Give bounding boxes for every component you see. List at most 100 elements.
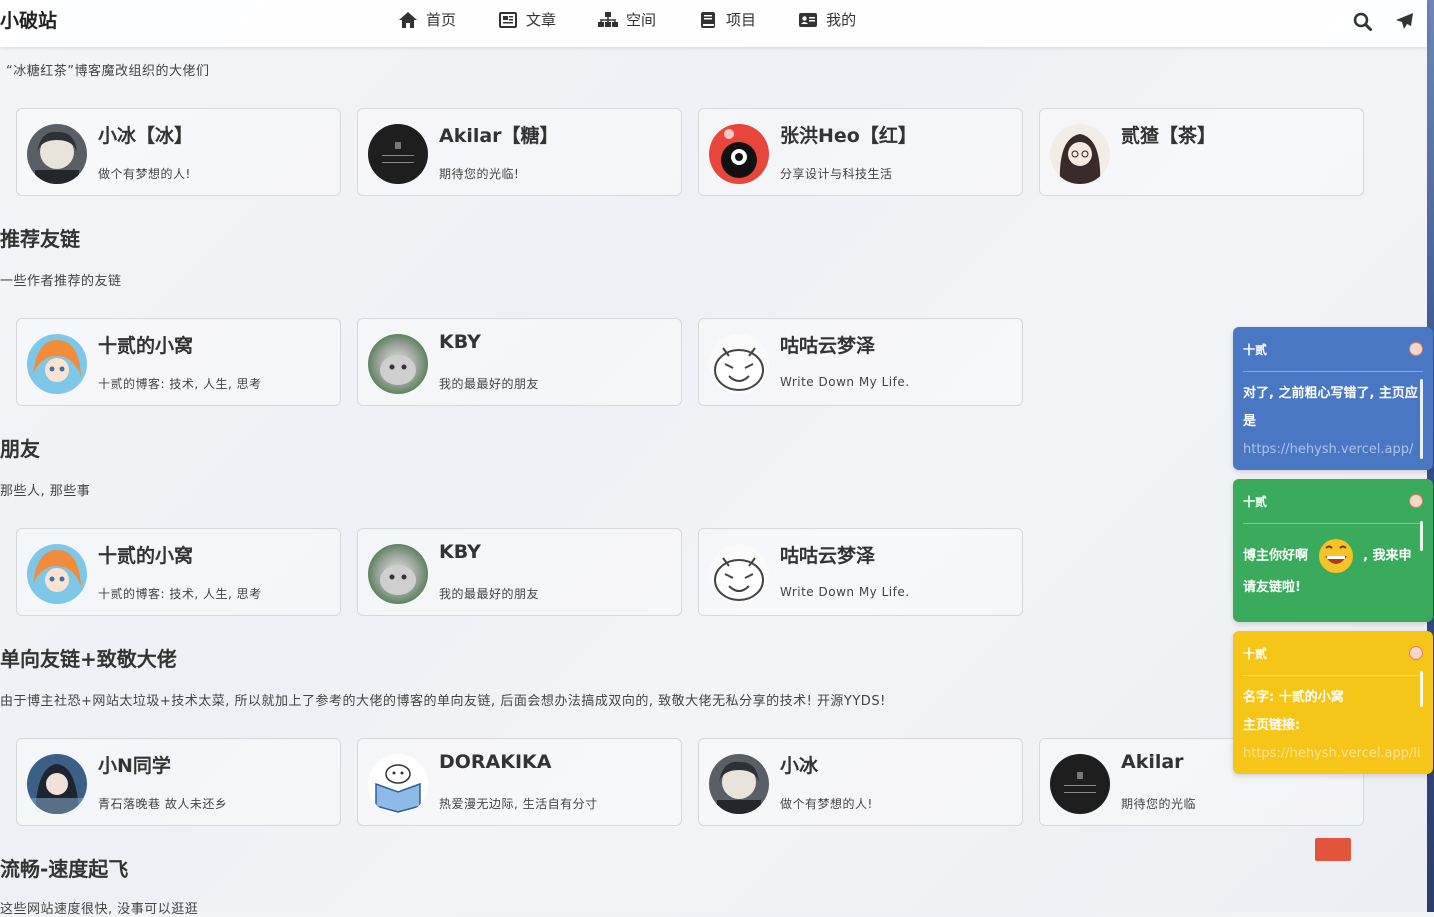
nav-projects-label: 项目	[726, 11, 757, 29]
toast-text: 对了, 之前粗心写错了, 主页应是	[1243, 386, 1418, 429]
main-nav: 首页 文章 空间 项目 我的	[398, 9, 898, 30]
friend-card[interactable]: Akilar【糖】 期待您的光临!	[357, 108, 682, 196]
card-name: DORAKIKA	[439, 751, 552, 773]
card-desc: Write Down My Life.	[780, 585, 910, 599]
nav-articles[interactable]: 文章	[498, 9, 556, 30]
close-icon[interactable]	[1409, 494, 1423, 508]
card-name: 十贰的小窝	[98, 335, 194, 357]
toast-link[interactable]: https://hehysh.vercel.app/li	[1243, 740, 1423, 768]
section-title-recommended: 推荐友链	[0, 227, 80, 251]
card-desc: 青石落晚巷 故人未还乡	[98, 797, 228, 811]
friend-card[interactable]: 咕咕云梦泽 Write Down My Life.	[698, 318, 1023, 406]
card-name: 十贰的小窝	[98, 545, 194, 567]
section-desc-fast: 这些网站速度很快, 没事可以逛逛	[0, 902, 199, 917]
card-desc: Write Down My Life.	[780, 375, 910, 389]
toast-link[interactable]: https://hehysh.vercel.app/	[1243, 436, 1423, 464]
card-desc: 热爱漫无边际, 生活自有分寸	[439, 797, 598, 811]
card-name: Akilar【糖】	[439, 125, 559, 147]
card-desc: 做个有梦想的人!	[780, 797, 873, 811]
header-tools	[1351, 10, 1415, 32]
avatar	[368, 544, 428, 604]
card-name: 咕咕云梦泽	[780, 545, 876, 567]
toast-text: 博主你好啊	[1243, 548, 1309, 564]
section-desc-friends: 那些人, 那些事	[0, 484, 91, 499]
friend-card[interactable]: 十贰的小窝 十贰的博客: 技术, 人生, 思考	[16, 528, 341, 616]
card-name: Akilar	[1121, 751, 1184, 773]
top-navbar: 小破站 首页 文章 空间 项目 我的	[0, 0, 1427, 47]
toast-author: 十贰	[1243, 342, 1268, 357]
close-icon[interactable]	[1409, 646, 1423, 660]
avatar	[27, 334, 87, 394]
section-intro-desc: “冰糖红茶”博客魔改组织的大佬们	[6, 64, 210, 79]
avatar	[709, 754, 769, 814]
comment-toast[interactable]: 十贰 名字: 十贰的小窝 主页链接: https://hehysh.vercel…	[1233, 631, 1433, 774]
section-title-oneway: 单向友链+致敬大佬	[0, 647, 177, 671]
toast-scrollbar[interactable]	[1420, 521, 1423, 551]
site-title[interactable]: 小破站	[0, 6, 57, 33]
avatar	[709, 334, 769, 394]
card-name: KBY	[439, 331, 481, 353]
friend-card[interactable]: DORAKIKA 热爱漫无边际, 生活自有分寸	[357, 738, 682, 826]
card-name: 贰猹【茶】	[1121, 125, 1217, 147]
comment-toast[interactable]: 十贰 博主你好啊 , 我来申请友链啦!	[1233, 479, 1433, 622]
avatar	[368, 334, 428, 394]
nav-articles-label: 文章	[526, 11, 557, 29]
section-title-fast: 流畅-速度起飞	[0, 857, 129, 881]
nav-mine-label: 我的	[826, 11, 857, 29]
nav-space[interactable]: 空间	[598, 9, 656, 30]
avatar	[27, 754, 87, 814]
avatar	[27, 544, 87, 604]
friend-card[interactable]: 小冰【冰】 做个有梦想的人!	[16, 108, 341, 196]
close-icon[interactable]	[1409, 342, 1423, 356]
nav-mine[interactable]: 我的	[798, 9, 856, 30]
card-desc: 我的最最好的朋友	[439, 587, 540, 601]
friend-card[interactable]: 小冰 做个有梦想的人!	[698, 738, 1023, 826]
avatar	[709, 124, 769, 184]
avatar	[27, 124, 87, 184]
friend-card[interactable]: 十贰的小窝 十贰的博客: 技术, 人生, 思考	[16, 318, 341, 406]
avatar	[709, 544, 769, 604]
runtime-badge	[1315, 838, 1351, 861]
friend-card[interactable]: 小N同学 青石落晚巷 故人未还乡	[16, 738, 341, 826]
card-desc: 十贰的博客: 技术, 人生, 思考	[98, 587, 262, 601]
friend-card[interactable]: 咕咕云梦泽 Write Down My Life.	[698, 528, 1023, 616]
toast-author: 十贰	[1243, 494, 1268, 509]
toast-scrollbar[interactable]	[1420, 671, 1423, 707]
card-desc: 期待您的光临	[1121, 797, 1197, 811]
friend-card[interactable]: 贰猹【茶】	[1039, 108, 1364, 196]
card-desc: 十贰的博客: 技术, 人生, 思考	[98, 377, 262, 391]
avatar	[1050, 754, 1110, 814]
card-name: 小冰	[780, 755, 819, 777]
toast-home-line: 主页链接:	[1243, 718, 1301, 733]
avatar	[1050, 124, 1110, 184]
avatar	[368, 754, 428, 814]
card-desc: 分享设计与科技生活	[780, 167, 893, 181]
nav-home-label: 首页	[426, 11, 457, 29]
article-icon	[498, 10, 518, 30]
section-desc-recommended: 一些作者推荐的友链	[0, 274, 122, 289]
nav-space-label: 空间	[626, 11, 657, 29]
id-card-icon	[798, 10, 818, 30]
card-desc: 我的最最好的朋友	[439, 377, 540, 391]
avatar	[368, 124, 428, 184]
friend-card[interactable]: KBY 我的最最好的朋友	[357, 528, 682, 616]
card-name: 小N同学	[98, 755, 171, 777]
toast-scrollbar[interactable]	[1420, 379, 1423, 459]
friend-card[interactable]: KBY 我的最最好的朋友	[357, 318, 682, 406]
nav-home[interactable]: 首页	[398, 9, 456, 30]
section-title-friends: 朋友	[0, 437, 40, 461]
comment-toast[interactable]: 十贰 对了, 之前粗心写错了, 主页应是 https://hehysh.verc…	[1233, 327, 1433, 470]
card-name: 张洪Heo【红】	[780, 125, 917, 147]
send-icon[interactable]	[1393, 10, 1415, 32]
nav-projects[interactable]: 项目	[698, 9, 756, 30]
card-name: KBY	[439, 541, 481, 563]
home-icon	[398, 10, 418, 30]
card-name: 咕咕云梦泽	[780, 335, 876, 357]
book-icon	[698, 10, 718, 30]
search-icon[interactable]	[1351, 10, 1373, 32]
card-desc: 做个有梦想的人!	[98, 167, 191, 181]
toast-author: 十贰	[1243, 646, 1268, 661]
toast-name-line: 名字: 十贰的小窝	[1243, 690, 1344, 705]
card-name: 小冰【冰】	[98, 125, 194, 147]
friend-card[interactable]: 张洪Heo【红】 分享设计与科技生活	[698, 108, 1023, 196]
